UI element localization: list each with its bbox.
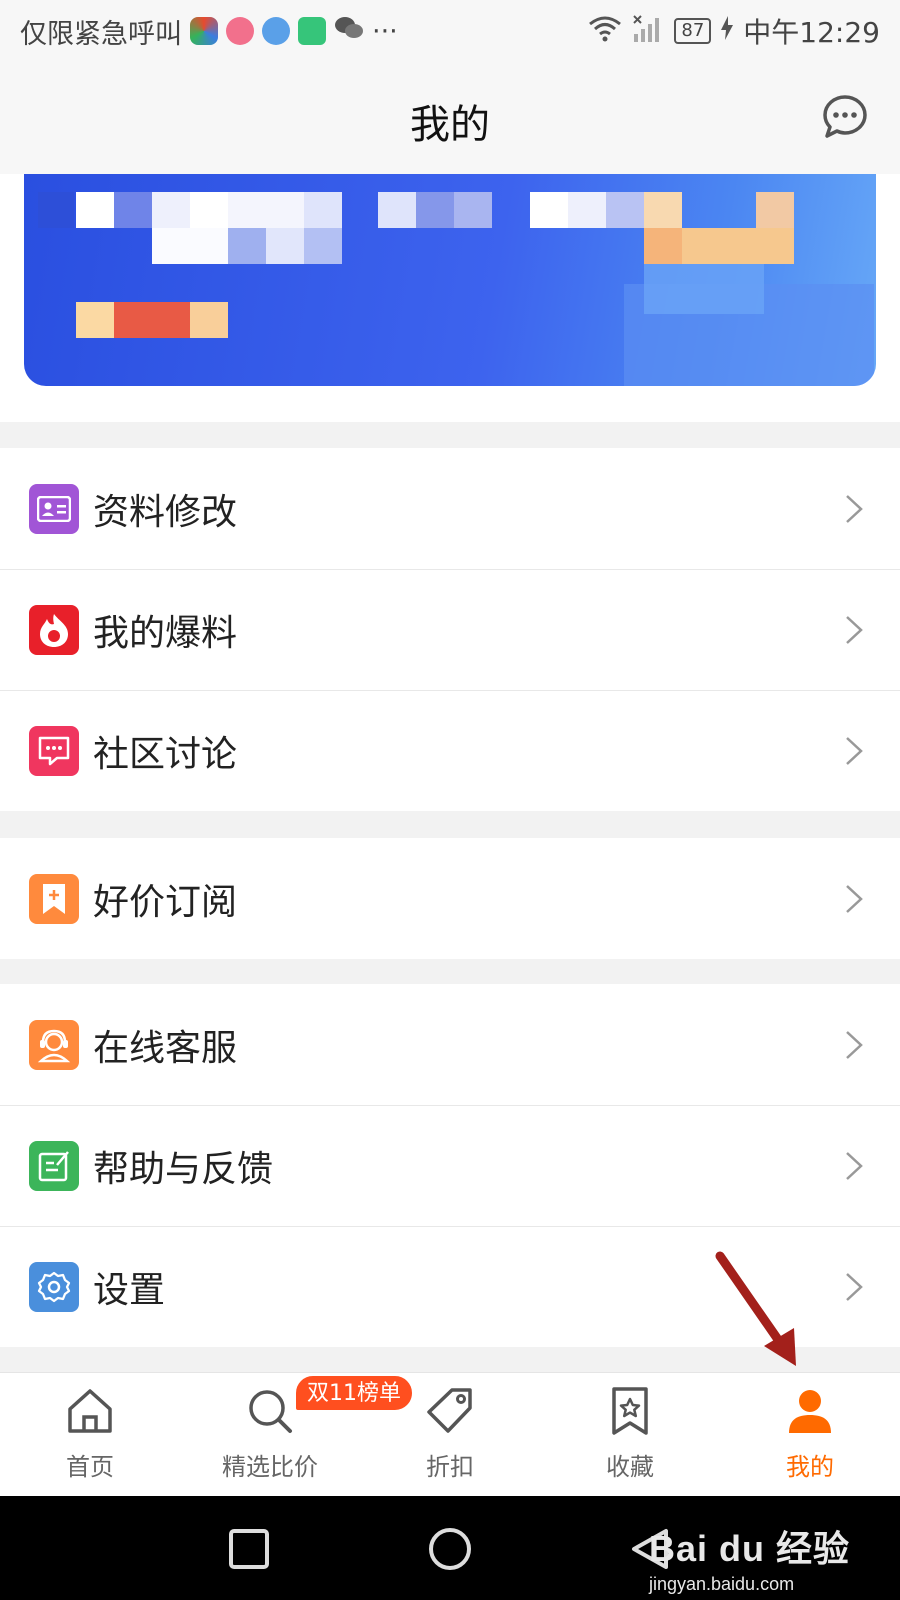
- more-notifications: ···: [372, 15, 398, 47]
- headset-agent-icon: [29, 1019, 79, 1070]
- chevron-right-icon: [846, 494, 863, 523]
- home-icon: [68, 1389, 112, 1433]
- app-notification-icon: [190, 17, 218, 45]
- edit-note-icon: [29, 1140, 79, 1191]
- menu-item-help-feedback[interactable]: 帮助与反馈: [0, 1105, 900, 1226]
- watermark-logo: Bai du 经验: [648, 1528, 850, 1569]
- charging-icon: [721, 15, 734, 47]
- signal-icon: [632, 14, 664, 49]
- hot-list-badge[interactable]: 双11榜单: [294, 1374, 414, 1412]
- app-notification-icon: [226, 17, 254, 45]
- tab-label: 折扣: [426, 1453, 474, 1481]
- tab-home[interactable]: 首页: [0, 1373, 180, 1496]
- page-title: 我的: [410, 102, 490, 148]
- banner-section: [0, 174, 900, 422]
- chevron-right-icon: [846, 1151, 863, 1180]
- menu-item-customer-service[interactable]: 在线客服: [0, 984, 900, 1105]
- menu-item-my-posts[interactable]: 我的爆料: [0, 569, 900, 690]
- menu-item-label: 设置: [93, 1269, 166, 1311]
- search-icon: [249, 1390, 292, 1433]
- gear-icon: [29, 1261, 79, 1312]
- id-card-icon: [29, 483, 79, 534]
- battery-indicator: 87: [674, 18, 712, 44]
- tab-label: 首页: [66, 1453, 114, 1481]
- home-circle-icon[interactable]: [427, 1526, 473, 1572]
- menu-item-label: 社区讨论: [93, 733, 238, 775]
- menu-item-label: 我的爆料: [93, 612, 238, 654]
- chevron-right-icon: [846, 1030, 863, 1059]
- browser-icon: [262, 17, 290, 45]
- tab-label: 收藏: [606, 1453, 654, 1481]
- carrier-text: 仅限紧急呼叫: [20, 18, 182, 50]
- chat-icon: [29, 725, 79, 776]
- wechat-icon: [334, 15, 364, 48]
- recent-apps-icon[interactable]: [226, 1526, 272, 1572]
- chat-bubble-icon[interactable]: [822, 94, 868, 140]
- chevron-right-icon: [846, 615, 863, 644]
- annotation-arrow-icon: [715, 1251, 796, 1366]
- menu-item-label: 在线客服: [93, 1027, 238, 1069]
- status-bar: 仅限紧急呼叫 ··· 87 中午12:29: [0, 0, 900, 62]
- person-icon: [789, 1390, 831, 1433]
- tab-mine[interactable]: 我的: [720, 1373, 900, 1496]
- star-bookmark-icon: [612, 1387, 648, 1435]
- watermark-url: jingyan.baidu.com: [648, 1574, 795, 1594]
- menu-item-profile-edit[interactable]: 资料修改: [0, 448, 900, 569]
- menu-item-community[interactable]: 社区讨论: [0, 690, 900, 811]
- chevron-right-icon: [846, 884, 863, 913]
- bookmark-plus-icon: [29, 873, 79, 924]
- tab-label: 我的: [786, 1453, 834, 1481]
- bottom-tab-bar: 首页 精选比价 折扣 收藏 我的: [0, 1372, 900, 1496]
- chevron-right-icon: [846, 1272, 863, 1301]
- menu-item-deal-subscribe[interactable]: 好价订阅: [0, 838, 900, 959]
- flame-icon: [29, 604, 79, 655]
- menu-item-label: 帮助与反馈: [93, 1148, 274, 1190]
- status-time: 中午12:29: [743, 16, 880, 49]
- tab-favorites[interactable]: 收藏: [540, 1373, 720, 1496]
- tab-label: 精选比价: [222, 1453, 318, 1481]
- watermark: Bai du 经验 jingyan.baidu.com: [649, 1520, 850, 1595]
- app-notification-icon: [298, 17, 326, 45]
- chevron-right-icon: [846, 736, 863, 765]
- tag-icon: [427, 1388, 472, 1433]
- menu-group-profile: 资料修改 我的爆料 社区讨论: [0, 448, 900, 811]
- menu-item-label: 好价订阅: [93, 881, 238, 923]
- menu-group-subscribe: 好价订阅: [0, 838, 900, 959]
- page-header: 我的: [0, 62, 900, 174]
- menu-item-label: 资料修改: [93, 491, 238, 533]
- promo-banner[interactable]: [24, 174, 876, 386]
- wifi-icon: [588, 14, 622, 49]
